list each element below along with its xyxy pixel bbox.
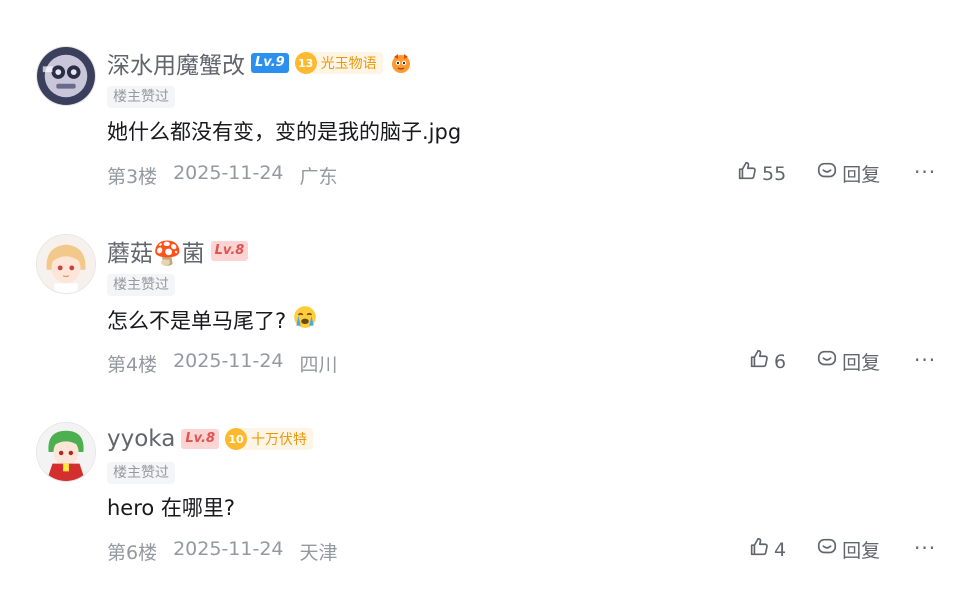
medal-name: 光玉物语 [320, 56, 377, 72]
reply-button[interactable]: 回复 [816, 536, 880, 563]
comment-item: 深水用魔蟹改 Lv.9 13 光玉物语 楼主赞过 她什么都没有变，变的是我的脑子… [0, 42, 980, 222]
comment-date: 2025-11-24 [173, 162, 284, 184]
medal-name: 十万伏特 [251, 432, 307, 448]
comment-item: yyoka Lv.8 10 十万伏特 楼主赞过 hero 在哪里? 第6楼 20… [0, 418, 980, 598]
username[interactable]: yyoka [107, 426, 175, 452]
reply-bubble-icon [816, 348, 838, 375]
username[interactable]: 深水用魔蟹改 [107, 46, 245, 80]
level-badge: Lv.9 [251, 53, 289, 73]
comment-content: 她什么都没有变，变的是我的脑子.jpg [107, 116, 461, 146]
op-liked-tag: 楼主赞过 [107, 462, 175, 484]
ip-location: 天津 [299, 542, 338, 564]
crying-emoji-icon [292, 304, 318, 335]
more-options-button[interactable]: ··· [914, 348, 936, 372]
thumbs-up-icon [736, 160, 758, 187]
comment-meta: 第4楼 2025-11-24 四川 [107, 350, 338, 377]
comment-date: 2025-11-24 [173, 538, 284, 560]
comment-date: 2025-11-24 [173, 350, 284, 372]
comment-actions: 4 回复 [748, 536, 880, 563]
fan-medal[interactable]: 13 光玉物语 [294, 52, 383, 74]
user-info-row: 蘑菇🍄菌 Lv.8 [107, 234, 249, 268]
comment-content: 怎么不是单马尾了? [107, 304, 318, 335]
thumbs-up-icon [748, 348, 770, 375]
floor-number: 第3楼 [107, 166, 158, 188]
comment-meta: 第3楼 2025-11-24 广东 [107, 162, 338, 189]
avatar[interactable] [36, 234, 96, 294]
avatar[interactable] [36, 46, 96, 106]
reply-button[interactable]: 回复 [816, 348, 880, 375]
like-count: 6 [774, 350, 787, 373]
op-liked-tag: 楼主赞过 [107, 86, 175, 108]
thumbs-up-icon [748, 536, 770, 563]
user-info-row: yyoka Lv.8 10 十万伏特 [107, 422, 313, 456]
comment-actions: 6 回复 [748, 348, 880, 375]
ip-location: 广东 [299, 166, 338, 188]
like-count: 55 [762, 162, 787, 185]
comment-actions: 55 回复 [736, 160, 880, 187]
medal-level: 10 [225, 428, 247, 450]
ip-location: 四川 [299, 354, 338, 376]
comment-item: 蘑菇🍄菌 Lv.8 楼主赞过 怎么不是单马尾了? 第4楼 2025-11-24 … [0, 230, 980, 410]
reply-label: 回复 [842, 164, 881, 186]
reply-button[interactable]: 回复 [816, 160, 880, 187]
comment-content: hero 在哪里? [107, 492, 235, 522]
comment-text: 她什么都没有变，变的是我的脑子.jpg [107, 120, 462, 144]
comment-meta: 第6楼 2025-11-24 天津 [107, 538, 338, 565]
fan-medal[interactable]: 10 十万伏特 [225, 428, 313, 450]
like-button[interactable]: 4 [748, 536, 786, 563]
face-sticker-icon [389, 51, 413, 75]
op-liked-tag: 楼主赞过 [107, 274, 175, 296]
comment-text: 怎么不是单马尾了? [107, 308, 287, 333]
comment-text: hero 在哪里? [107, 496, 236, 520]
user-info-row: 深水用魔蟹改 Lv.9 13 光玉物语 [107, 46, 413, 80]
reply-bubble-icon [816, 160, 838, 187]
avatar[interactable] [36, 422, 96, 482]
reply-label: 回复 [842, 540, 881, 562]
username[interactable]: 蘑菇🍄菌 [107, 234, 205, 268]
medal-level: 13 [294, 52, 317, 74]
floor-number: 第6楼 [107, 542, 158, 564]
level-badge: Lv.8 [210, 241, 249, 261]
floor-number: 第4楼 [107, 354, 158, 376]
more-options-button[interactable]: ··· [914, 160, 936, 184]
more-options-button[interactable]: ··· [914, 536, 936, 560]
reply-label: 回复 [842, 352, 881, 374]
reply-bubble-icon [816, 536, 838, 563]
level-badge: Lv.8 [181, 429, 219, 449]
like-button[interactable]: 6 [748, 348, 786, 375]
like-count: 4 [774, 538, 787, 561]
like-button[interactable]: 55 [736, 160, 786, 187]
